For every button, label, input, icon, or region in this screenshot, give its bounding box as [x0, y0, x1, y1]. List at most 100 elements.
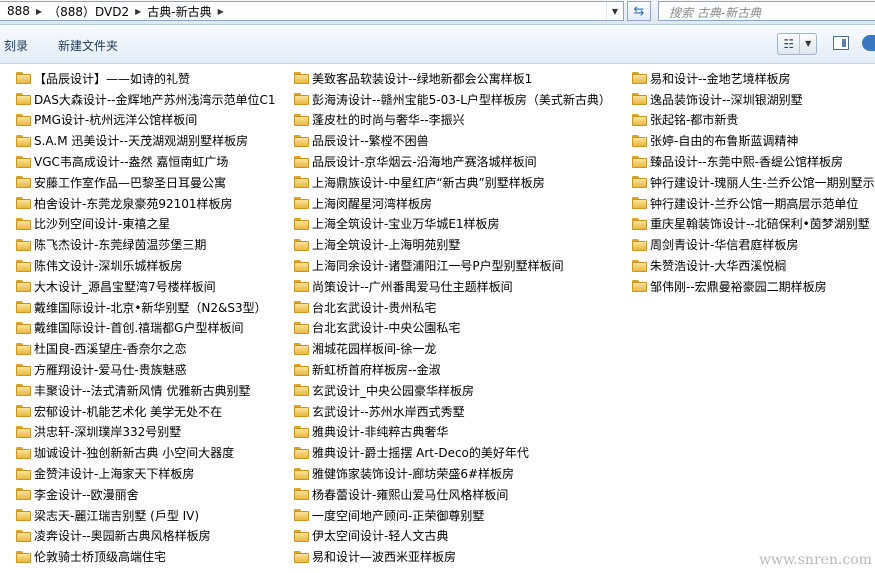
folder-icon [294, 93, 309, 106]
folder-name: 品辰设计--繁樘不困兽 [312, 134, 429, 149]
folder-name: 上海同余设计-诸暨浦阳江一号P户型别墅样板间 [312, 259, 564, 274]
folder-icon [294, 301, 309, 314]
folder-item[interactable]: 方雁翔设计-爱马仕-贵族魅惑 [16, 359, 276, 380]
folder-item[interactable]: 雅典设计-爵士摇摆 Art-Deco的美好年代 [294, 442, 611, 463]
folder-name: 宏郁设计-机能艺术化 美学无处不在 [34, 404, 223, 419]
folder-item[interactable]: 一度空间地产顾问-正荣御尊别墅 [294, 505, 611, 526]
help-icon[interactable] [862, 35, 875, 51]
folder-item[interactable]: 杜国良-西溪望庄-香奈尔之恋 [16, 338, 276, 359]
folder-item[interactable]: 杨春蕾设计-雍熙山爱马仕风格样板间 [294, 484, 611, 505]
search-input[interactable]: 搜索 古典-新古典 [658, 1, 875, 21]
folder-name: 【品辰设计】——如诗的礼赞 [34, 71, 191, 86]
folder-item[interactable]: 上海全筑设计-上海明苑别墅 [294, 234, 611, 255]
folder-item[interactable]: 尚策设计--广州番禺爱马仕主题样板间 [294, 276, 611, 297]
folder-name: PMG设计-杭州远洋公馆样板间 [34, 113, 198, 128]
file-column-1: 【品辰设计】——如诗的礼赞 DAS大森设计--金辉地产苏州浅湾示范单位C1 PMG设… [16, 68, 276, 567]
folder-item[interactable]: 台北玄武设计-中央公園私宅 [294, 318, 611, 339]
folder-item[interactable]: 丰聚设计--法式清新风情 优雅新古典别墅 [16, 380, 276, 401]
folder-item[interactable]: 台北玄武设计-贵州私宅 [294, 297, 611, 318]
folder-item[interactable]: 伦敦骑士桥顶级高端住宅 [16, 546, 276, 567]
command-toolbar: 刻录 新建文件夹 ☷ ▼ [0, 25, 875, 64]
folder-item[interactable]: 易和设计—波西米亚样板房 [294, 546, 611, 567]
chevron-right-icon[interactable]: ▶ [33, 7, 45, 16]
folder-icon [16, 425, 31, 438]
chevron-right-icon[interactable]: ▶ [132, 7, 144, 16]
folder-item[interactable]: 臻品设计--东莞中熙-香缇公馆样板房 [632, 151, 875, 172]
folder-item[interactable]: 重庆星翰装饰设计--北碚保利•茵梦湖别墅 [632, 214, 875, 235]
folder-item[interactable]: 上海闵醒星河湾样板房 [294, 193, 611, 214]
chevron-right-icon[interactable]: ▶ [215, 7, 227, 16]
folder-item[interactable]: 湘城花园样板间-徐一龙 [294, 338, 611, 359]
folder-item[interactable]: 陈飞杰设计-东莞绿茵温莎堡三期 [16, 234, 276, 255]
folder-name: 雅典设计-非纯粹古典奢华 [312, 425, 449, 440]
new-folder-button[interactable]: 新建文件夹 [58, 37, 118, 54]
folder-item[interactable]: 安藤工作室作品—巴黎圣日耳曼公寓 [16, 172, 276, 193]
folder-icon [16, 280, 31, 293]
folder-item[interactable]: PMG设计-杭州远洋公馆样板间 [16, 110, 276, 131]
folder-item[interactable]: 张婷-自由的布鲁斯蓝调精神 [632, 130, 875, 151]
folder-item[interactable]: 上海同余设计-诸暨浦阳江一号P户型别墅样板间 [294, 255, 611, 276]
folder-item[interactable]: 玄武设计--苏州水岸西式秀墅 [294, 401, 611, 422]
folder-item[interactable]: 比沙列空间设计-東禧之星 [16, 214, 276, 235]
folder-item[interactable]: 彭海涛设计--赣州宝能5-03-L户型样板房（美式新古典） [294, 89, 611, 110]
folder-item[interactable]: 宏郁设计-机能艺术化 美学无处不在 [16, 401, 276, 422]
breadcrumb[interactable]: 888 ▶ （888）DVD2 ▶ 古典-新古典 ▶ ▼ [0, 1, 624, 21]
folder-item[interactable]: 陈伟文设计-深圳乐城样板房 [16, 255, 276, 276]
folder-item[interactable]: 逸品装饰设计--深圳银湖别墅 [632, 89, 875, 110]
folder-item[interactable]: 品辰设计-京华烟云-沿海地产赛洛城样板间 [294, 151, 611, 172]
folder-icon [294, 509, 309, 522]
folder-item[interactable]: 蓬皮杜的时尚与奢华--李振兴 [294, 110, 611, 131]
breadcrumb-item-root[interactable]: 888 [4, 4, 33, 18]
folder-icon [294, 425, 309, 438]
folder-icon [16, 446, 31, 459]
folder-item[interactable]: 钟行建设计-瑰丽人生-兰乔公馆一期别墅示 [632, 172, 875, 193]
chevron-down-icon[interactable]: ▼ [799, 34, 816, 54]
folder-icon [632, 197, 647, 210]
folder-name: 新虹桥首府样板房--金淑 [312, 363, 441, 378]
folder-name: 一度空间地产顾问-正荣御尊别墅 [312, 508, 485, 523]
folder-item[interactable]: 上海全筑设计-宝业万华城E1样板房 [294, 214, 611, 235]
breadcrumb-item-dvd2[interactable]: （888）DVD2 [45, 3, 132, 20]
folder-item[interactable]: 雅健饰家装饰设计-廊坊荣盛6#样板房 [294, 463, 611, 484]
folder-item[interactable]: S.A.M 迅美设计--天茂湖观湖别墅样板房 [16, 130, 276, 151]
folder-item[interactable]: 洪忠轩-深圳璞岸332号别墅 [16, 422, 276, 443]
folder-item[interactable]: 上海鼎族设计-中星红庐“新古典”别墅样板房 [294, 172, 611, 193]
folder-item[interactable]: 梁志天-麗江瑞吉别墅 (戶型 IV) [16, 505, 276, 526]
folder-item[interactable]: 李金设计--欧漫丽舍 [16, 484, 276, 505]
folder-item[interactable]: 邹伟刚--宏鼎曼裕豪园二期样板房 [632, 276, 875, 297]
folder-item[interactable]: 伊太空间设计-轻人文古典 [294, 526, 611, 547]
preview-pane-icon[interactable] [833, 36, 849, 50]
folder-item[interactable]: 戴维国际设计-北京•新华别墅（N2&S3型） [16, 297, 276, 318]
folder-icon [16, 529, 31, 542]
address-history-dropdown[interactable]: ▼ [606, 2, 623, 20]
breadcrumb-item-current[interactable]: 古典-新古典 [144, 3, 214, 20]
folder-item[interactable]: 朱赞浩设计-大华西溪悦榈 [632, 255, 875, 276]
folder-item[interactable]: 雅典设计-非纯粹古典奢华 [294, 422, 611, 443]
change-view-button[interactable]: ☷ ▼ [777, 33, 817, 55]
folder-icon [632, 238, 647, 251]
folder-item[interactable]: VGC韦高成设计--盎然 嘉恒南虹广场 [16, 151, 276, 172]
folder-item[interactable]: 戴维国际设计-首创.禧瑞都G户型样板间 [16, 318, 276, 339]
folder-item[interactable]: DAS大森设计--金辉地产苏州浅湾示范单位C1 [16, 89, 276, 110]
refresh-button[interactable]: ⇆ [627, 1, 651, 21]
folder-item[interactable]: 易和设计--金地艺境样板房 [632, 68, 875, 89]
folder-item[interactable]: 钟行建设计-兰乔公馆一期高层示范单位 [632, 193, 875, 214]
folder-item[interactable]: 大木设计_源昌宝墅湾7号楼样板间 [16, 276, 276, 297]
folder-item[interactable]: 新虹桥首府样板房--金淑 [294, 359, 611, 380]
folder-item[interactable]: 玄武设计_中央公园豪华样板房 [294, 380, 611, 401]
folder-item[interactable]: 美致客品软装设计--绿地新都会公寓样板1 [294, 68, 611, 89]
folder-name: 上海鼎族设计-中星红庐“新古典”别墅样板房 [312, 175, 545, 190]
folder-item[interactable]: 柏舍设计-东莞龙泉豪苑92101样板房 [16, 193, 276, 214]
burn-button[interactable]: 刻录 [4, 37, 28, 54]
folder-item[interactable]: 凌奔设计--奥园新古典风格样板房 [16, 526, 276, 547]
folder-icon [294, 280, 309, 293]
folder-item[interactable]: 珈诚设计-独创新新古典 小空间大器度 [16, 442, 276, 463]
folder-item[interactable]: 金赞沣设计-上海家天下样板房 [16, 463, 276, 484]
folder-name: 台北玄武设计-中央公園私宅 [312, 321, 461, 336]
folder-item[interactable]: 品辰设计--繁樘不困兽 [294, 130, 611, 151]
folder-item[interactable]: 【品辰设计】——如诗的礼赞 [16, 68, 276, 89]
folder-icon [632, 155, 647, 168]
folder-item[interactable]: 张起铭-都市新贵 [632, 110, 875, 131]
folder-icon [16, 176, 31, 189]
folder-item[interactable]: 周剑青设计-华信君庭样板房 [632, 234, 875, 255]
